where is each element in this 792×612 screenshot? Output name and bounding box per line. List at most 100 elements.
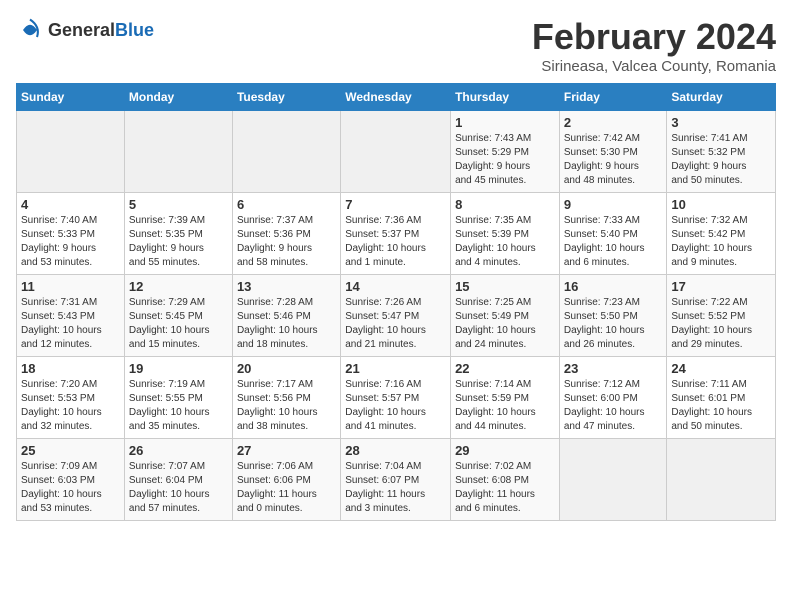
day-number: 11 xyxy=(21,279,120,294)
day-info: Sunrise: 7:26 AM Sunset: 5:47 PM Dayligh… xyxy=(345,296,446,352)
day-number: 1 xyxy=(455,115,555,130)
calendar-cell: 14 Sunrise: 7:26 AM Sunset: 5:47 PM Dayli… xyxy=(341,275,451,357)
day-number: 26 xyxy=(129,443,228,458)
day-header-tuesday: Tuesday xyxy=(232,84,340,111)
day-info: Sunrise: 7:25 AM Sunset: 5:49 PM Dayligh… xyxy=(455,296,555,352)
day-number: 18 xyxy=(21,361,120,376)
day-number: 27 xyxy=(237,443,336,458)
day-info: Sunrise: 7:31 AM Sunset: 5:43 PM Dayligh… xyxy=(21,296,120,352)
day-number: 16 xyxy=(564,279,663,294)
calendar-cell: 6 Sunrise: 7:37 AM Sunset: 5:36 PM Daylig… xyxy=(232,193,340,275)
day-info: Sunrise: 7:39 AM Sunset: 5:35 PM Dayligh… xyxy=(129,214,228,270)
logo-icon xyxy=(16,16,44,44)
calendar-cell: 11 Sunrise: 7:31 AM Sunset: 5:43 PM Dayli… xyxy=(17,275,125,357)
day-number: 23 xyxy=(564,361,663,376)
logo: GeneralBlue xyxy=(16,16,154,44)
day-info: Sunrise: 7:12 AM Sunset: 6:00 PM Dayligh… xyxy=(564,378,663,434)
day-info: Sunrise: 7:11 AM Sunset: 6:01 PM Dayligh… xyxy=(671,378,771,434)
calendar-cell xyxy=(559,439,667,521)
day-info: Sunrise: 7:06 AM Sunset: 6:06 PM Dayligh… xyxy=(237,460,336,516)
day-info: Sunrise: 7:09 AM Sunset: 6:03 PM Dayligh… xyxy=(21,460,120,516)
calendar-cell: 15 Sunrise: 7:25 AM Sunset: 5:49 PM Dayli… xyxy=(451,275,560,357)
day-info: Sunrise: 7:37 AM Sunset: 5:36 PM Dayligh… xyxy=(237,214,336,270)
calendar-cell: 27 Sunrise: 7:06 AM Sunset: 6:06 PM Dayli… xyxy=(232,439,340,521)
day-info: Sunrise: 7:23 AM Sunset: 5:50 PM Dayligh… xyxy=(564,296,663,352)
day-header-saturday: Saturday xyxy=(667,84,776,111)
day-header-friday: Friday xyxy=(559,84,667,111)
calendar-week-row: 11 Sunrise: 7:31 AM Sunset: 5:43 PM Dayli… xyxy=(17,275,776,357)
day-number: 15 xyxy=(455,279,555,294)
calendar-cell: 8 Sunrise: 7:35 AM Sunset: 5:39 PM Daylig… xyxy=(451,193,560,275)
calendar-cell: 20Sunrise: 7:17 AM Sunset: 5:56 PM Dayli… xyxy=(232,357,340,439)
month-year-title: February 2024 xyxy=(532,16,776,58)
day-number: 8 xyxy=(455,197,555,212)
day-number: 22 xyxy=(455,361,555,376)
calendar-cell: 29 Sunrise: 7:02 AM Sunset: 6:08 PM Dayli… xyxy=(451,439,560,521)
day-info: Sunrise: 7:28 AM Sunset: 5:46 PM Dayligh… xyxy=(237,296,336,352)
day-number: 2 xyxy=(564,115,663,130)
day-info: Sunrise: 7:04 AM Sunset: 6:07 PM Dayligh… xyxy=(345,460,446,516)
calendar-week-row: 25 Sunrise: 7:09 AM Sunset: 6:03 PM Dayli… xyxy=(17,439,776,521)
calendar-week-row: 4Sunrise: 7:40 AM Sunset: 5:33 PM Daylig… xyxy=(17,193,776,275)
logo-general: GeneralBlue xyxy=(48,20,154,41)
calendar-cell: 19 Sunrise: 7:19 AM Sunset: 5:55 PM Dayli… xyxy=(124,357,232,439)
calendar-header-row: SundayMondayTuesdayWednesdayThursdayFrid… xyxy=(17,84,776,111)
day-number: 6 xyxy=(237,197,336,212)
day-number: 3 xyxy=(671,115,771,130)
calendar-cell xyxy=(232,111,340,193)
day-info: Sunrise: 7:20 AM Sunset: 5:53 PM Dayligh… xyxy=(21,378,120,434)
calendar-cell: 9 Sunrise: 7:33 AM Sunset: 5:40 PM Daylig… xyxy=(559,193,667,275)
day-number: 10 xyxy=(671,197,771,212)
calendar-cell: 28 Sunrise: 7:04 AM Sunset: 6:07 PM Dayli… xyxy=(341,439,451,521)
calendar-cell: 24 Sunrise: 7:11 AM Sunset: 6:01 PM Dayli… xyxy=(667,357,776,439)
calendar-cell: 17Sunrise: 7:22 AM Sunset: 5:52 PM Dayli… xyxy=(667,275,776,357)
calendar-cell: 22 Sunrise: 7:14 AM Sunset: 5:59 PM Dayli… xyxy=(451,357,560,439)
day-number: 25 xyxy=(21,443,120,458)
calendar-week-row: 1 Sunrise: 7:43 AM Sunset: 5:29 PM Daylig… xyxy=(17,111,776,193)
day-header-sunday: Sunday xyxy=(17,84,125,111)
page-header: GeneralBlue February 2024 Sirineasa, Val… xyxy=(16,16,776,75)
calendar-cell: 2 Sunrise: 7:42 AM Sunset: 5:30 PM Daylig… xyxy=(559,111,667,193)
day-info: Sunrise: 7:19 AM Sunset: 5:55 PM Dayligh… xyxy=(129,378,228,434)
title-block: February 2024 Sirineasa, Valcea County, … xyxy=(532,16,776,75)
calendar-cell: 16 Sunrise: 7:23 AM Sunset: 5:50 PM Dayli… xyxy=(559,275,667,357)
day-number: 28 xyxy=(345,443,446,458)
location-subtitle: Sirineasa, Valcea County, Romania xyxy=(532,58,776,75)
day-header-thursday: Thursday xyxy=(451,84,560,111)
day-info: Sunrise: 7:43 AM Sunset: 5:29 PM Dayligh… xyxy=(455,132,555,188)
calendar-cell: 25 Sunrise: 7:09 AM Sunset: 6:03 PM Dayli… xyxy=(17,439,125,521)
calendar-cell xyxy=(667,439,776,521)
day-number: 14 xyxy=(345,279,446,294)
calendar-cell: 26 Sunrise: 7:07 AM Sunset: 6:04 PM Dayli… xyxy=(124,439,232,521)
day-info: Sunrise: 7:07 AM Sunset: 6:04 PM Dayligh… xyxy=(129,460,228,516)
calendar-table: SundayMondayTuesdayWednesdayThursdayFrid… xyxy=(16,83,776,521)
day-info: Sunrise: 7:32 AM Sunset: 5:42 PM Dayligh… xyxy=(671,214,771,270)
day-number: 12 xyxy=(129,279,228,294)
day-info: Sunrise: 7:14 AM Sunset: 5:59 PM Dayligh… xyxy=(455,378,555,434)
day-number: 13 xyxy=(237,279,336,294)
day-number: 7 xyxy=(345,197,446,212)
calendar-cell: 3 Sunrise: 7:41 AM Sunset: 5:32 PM Daylig… xyxy=(667,111,776,193)
day-info: Sunrise: 7:02 AM Sunset: 6:08 PM Dayligh… xyxy=(455,460,555,516)
calendar-cell xyxy=(124,111,232,193)
day-number: 19 xyxy=(129,361,228,376)
calendar-cell: 5 Sunrise: 7:39 AM Sunset: 5:35 PM Daylig… xyxy=(124,193,232,275)
day-info: Sunrise: 7:42 AM Sunset: 5:30 PM Dayligh… xyxy=(564,132,663,188)
day-number: 9 xyxy=(564,197,663,212)
day-info: Sunrise: 7:36 AM Sunset: 5:37 PM Dayligh… xyxy=(345,214,446,270)
day-info: Sunrise: 7:33 AM Sunset: 5:40 PM Dayligh… xyxy=(564,214,663,270)
day-number: 17 xyxy=(671,279,771,294)
day-number: 29 xyxy=(455,443,555,458)
day-info: Sunrise: 7:29 AM Sunset: 5:45 PM Dayligh… xyxy=(129,296,228,352)
calendar-week-row: 18 Sunrise: 7:20 AM Sunset: 5:53 PM Dayli… xyxy=(17,357,776,439)
day-number: 20 xyxy=(237,361,336,376)
calendar-cell: 7 Sunrise: 7:36 AM Sunset: 5:37 PM Daylig… xyxy=(341,193,451,275)
calendar-cell xyxy=(17,111,125,193)
day-number: 24 xyxy=(671,361,771,376)
day-header-wednesday: Wednesday xyxy=(341,84,451,111)
day-info: Sunrise: 7:35 AM Sunset: 5:39 PM Dayligh… xyxy=(455,214,555,270)
day-number: 5 xyxy=(129,197,228,212)
calendar-cell: 13 Sunrise: 7:28 AM Sunset: 5:46 PM Dayli… xyxy=(232,275,340,357)
day-info: Sunrise: 7:41 AM Sunset: 5:32 PM Dayligh… xyxy=(671,132,771,188)
calendar-cell: 10 Sunrise: 7:32 AM Sunset: 5:42 PM Dayli… xyxy=(667,193,776,275)
